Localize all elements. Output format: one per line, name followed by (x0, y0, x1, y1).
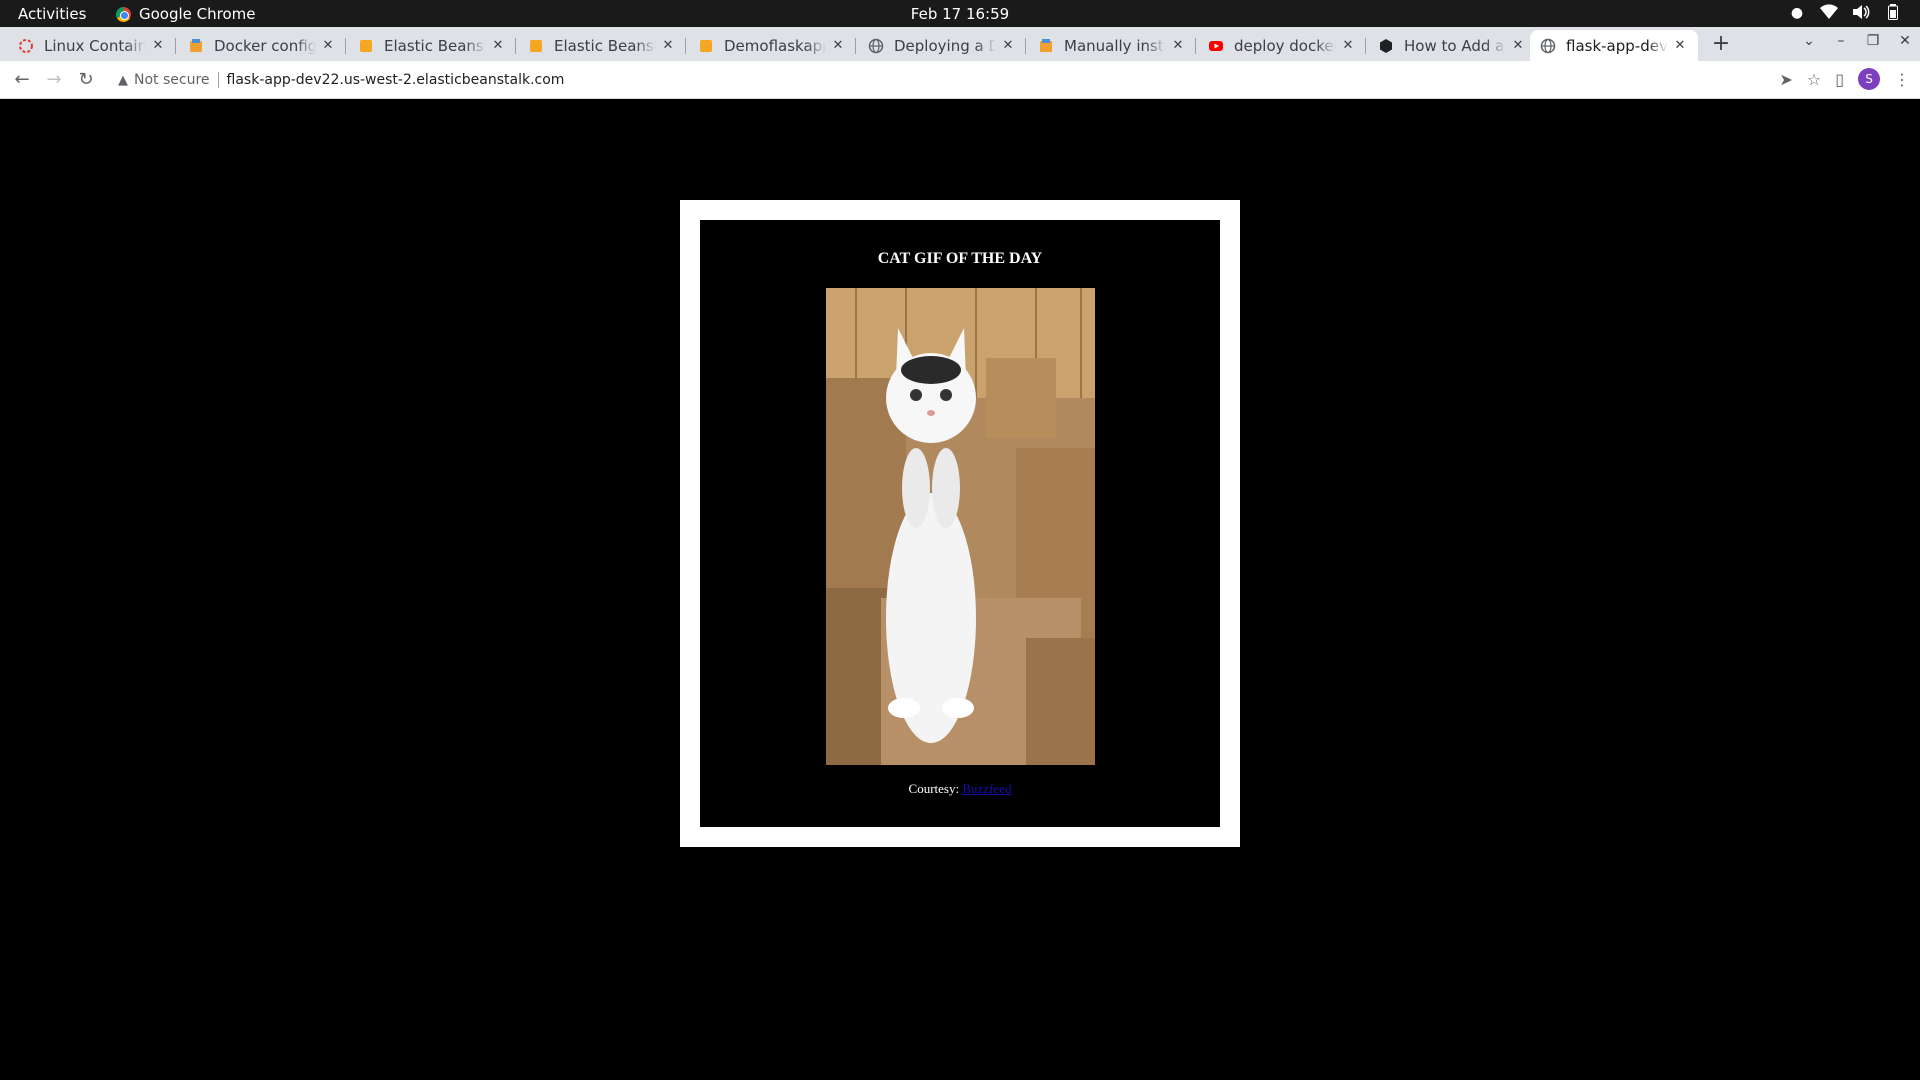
window-controls: ⌄ – ❐ ✕ (1800, 33, 1914, 49)
menu-icon[interactable]: ⋮ (1894, 70, 1910, 89)
wifi-icon[interactable] (1820, 4, 1838, 22)
tab-title: Linux Containers (44, 36, 146, 55)
close-tab-icon[interactable]: ✕ (1510, 38, 1526, 53)
new-tab-button[interactable]: + (1708, 33, 1734, 57)
aws-docs-icon (188, 38, 204, 54)
activities-button[interactable]: Activities (18, 5, 86, 23)
volume-icon[interactable] (1852, 4, 1870, 22)
tab[interactable]: Deploying a Docker ✕ (858, 30, 1026, 61)
close-tab-icon[interactable]: ✕ (1170, 38, 1186, 53)
aws-box-icon (698, 38, 714, 54)
youtube-icon (1208, 38, 1224, 54)
system-tray[interactable]: ● (1788, 4, 1902, 22)
tab-title: Demoflaskapp (724, 36, 826, 55)
record-icon[interactable]: ● (1788, 4, 1806, 22)
omnibox-divider (217, 72, 219, 88)
tab-title: Elastic Beanstalk (554, 36, 656, 55)
close-window-icon[interactable]: ✕ (1896, 33, 1914, 49)
tab-title: Docker configuration (214, 36, 316, 55)
content-panel: CAT GIF OF THE DAY Courtesy: Buzzfeed (700, 220, 1220, 827)
close-tab-icon[interactable]: ✕ (1340, 38, 1356, 53)
minimize-icon[interactable]: – (1832, 33, 1850, 49)
cat-gif-image (825, 288, 1095, 765)
aws-box-icon (358, 38, 374, 54)
globe-icon (1540, 38, 1556, 54)
content-frame: CAT GIF OF THE DAY Courtesy: Buzzfeed (680, 200, 1240, 847)
app-menu[interactable]: Google Chrome (116, 5, 256, 23)
tab-title: deploy docker in (1234, 36, 1336, 55)
close-tab-icon[interactable]: ✕ (660, 38, 676, 53)
tab[interactable]: Elastic Beanstalk ✕ (348, 30, 516, 61)
battery-icon[interactable] (1884, 4, 1902, 22)
url-text[interactable]: flask-app-dev22.us-west-2.elasticbeansta… (227, 72, 565, 88)
close-tab-icon[interactable]: ✕ (1000, 38, 1016, 53)
aws-docs-icon (1038, 38, 1054, 54)
tab[interactable]: Docker configuration ✕ (178, 30, 346, 61)
page-heading: CAT GIF OF THE DAY (877, 250, 1043, 267)
tab[interactable]: deploy docker in ✕ (1198, 30, 1366, 61)
address-bar[interactable]: ▲ Not secure flask-app-dev22.us-west-2.e… (108, 66, 1758, 94)
tab-title: Manually install (1064, 36, 1166, 55)
globe-icon (868, 38, 884, 54)
system-top-bar: Activities Google Chrome Feb 17 16:59 ● (0, 0, 1920, 27)
security-label[interactable]: Not secure (134, 72, 210, 88)
hexagon-icon (1378, 38, 1394, 54)
courtesy-line: Courtesy: Buzzfeed (700, 781, 1220, 797)
tab-search-icon[interactable]: ⌄ (1800, 33, 1818, 49)
aws-box-icon (528, 38, 544, 54)
back-icon[interactable]: ← (10, 68, 34, 92)
reload-icon[interactable]: ↻ (74, 68, 98, 92)
tab[interactable]: How to Add a D ✕ (1368, 30, 1536, 61)
send-icon[interactable]: ➤ (1779, 70, 1792, 89)
tab[interactable]: Demoflaskapp ✕ (688, 30, 856, 61)
browser-toolbar: ← → ↻ ▲ Not secure flask-app-dev22.us-we… (0, 61, 1920, 99)
page-viewport: CAT GIF OF THE DAY Courtesy: Buzzfeed (0, 100, 1920, 1080)
close-tab-icon[interactable]: ✕ (490, 38, 506, 53)
side-panel-icon[interactable]: ▯ (1835, 70, 1844, 89)
forward-icon[interactable]: → (42, 68, 66, 92)
profile-avatar[interactable]: S (1858, 68, 1880, 90)
restore-icon[interactable]: ❐ (1864, 33, 1882, 49)
close-tab-icon[interactable]: ✕ (150, 38, 166, 53)
clock[interactable]: Feb 17 16:59 (911, 5, 1009, 23)
courtesy-label: Courtesy: (908, 781, 963, 796)
tab-active[interactable]: flask-app-dev22 ✕ (1530, 30, 1698, 61)
app-name: Google Chrome (139, 5, 256, 23)
tab[interactable]: Manually install ✕ (1028, 30, 1196, 61)
linux-containers-icon (18, 38, 34, 54)
warning-icon[interactable]: ▲ (118, 73, 128, 88)
close-tab-icon[interactable]: ✕ (1672, 38, 1688, 53)
tab[interactable]: Linux Containers ✕ (8, 30, 176, 61)
tab-title: How to Add a D (1404, 36, 1506, 55)
close-tab-icon[interactable]: ✕ (320, 38, 336, 53)
courtesy-link[interactable]: Buzzfeed (962, 781, 1011, 796)
chrome-icon (116, 6, 131, 22)
tab-title: flask-app-dev22 (1566, 36, 1668, 55)
close-tab-icon[interactable]: ✕ (830, 38, 846, 53)
tab[interactable]: Elastic Beanstalk ✕ (518, 30, 686, 61)
tab-title: Deploying a Docker (894, 36, 996, 55)
bookmark-star-icon[interactable]: ☆ (1807, 70, 1821, 89)
tab-strip: Linux Containers ✕ Docker configuration … (0, 27, 1920, 61)
tab-title: Elastic Beanstalk (384, 36, 486, 55)
